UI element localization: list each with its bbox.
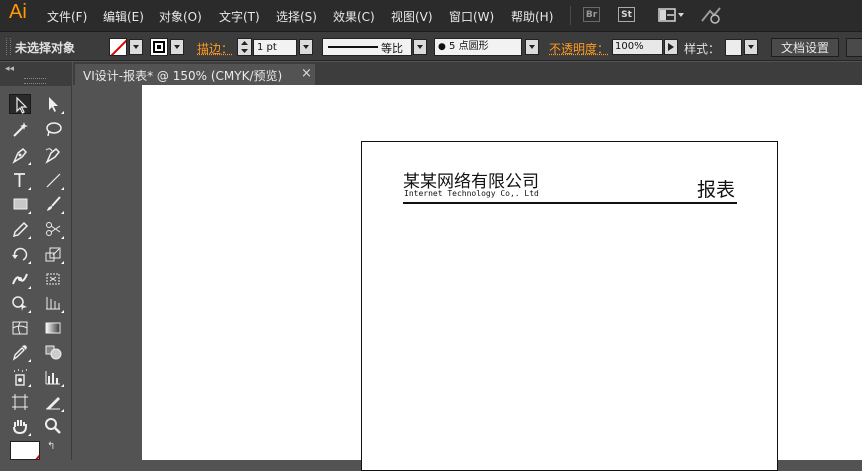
- type-tool-icon[interactable]: [9, 170, 31, 190]
- profile-line-icon: [328, 46, 378, 48]
- lasso-tool-icon[interactable]: [42, 119, 64, 139]
- company-english-name: Internet Technology Co,. Ltd: [404, 189, 539, 198]
- menu-file[interactable]: 文件(F): [47, 8, 87, 25]
- brush-label: 5 点圆形: [449, 41, 489, 52]
- pasteboard: [73, 85, 142, 460]
- symbol-sprayer-tool-icon[interactable]: [9, 367, 31, 387]
- app-logo: Ai: [9, 1, 27, 24]
- perspective-grid-tool-icon[interactable]: [42, 293, 64, 313]
- brush-definition[interactable]: ● 5 点圆形: [434, 38, 522, 56]
- stroke-weight-input[interactable]: 1 pt: [253, 39, 297, 56]
- stroke-label[interactable]: 描边：: [197, 40, 233, 57]
- menu-object[interactable]: 对象(O): [159, 8, 202, 25]
- menu-divider: [570, 6, 571, 25]
- line-segment-tool-icon[interactable]: [42, 170, 64, 190]
- menu-effect[interactable]: 效果(C): [333, 8, 375, 25]
- opacity-slider-button[interactable]: [664, 39, 678, 55]
- opacity-label[interactable]: 不透明度：: [549, 40, 609, 57]
- fill-stroke-swatch[interactable]: [10, 441, 40, 460]
- curvature-tool-icon[interactable]: [42, 145, 64, 165]
- style-swatch[interactable]: [725, 39, 742, 56]
- style-label: 样式：: [684, 40, 720, 57]
- blend-tool-icon[interactable]: [42, 342, 64, 362]
- panel-grip[interactable]: [6, 38, 11, 55]
- pen-tool-icon[interactable]: [9, 145, 31, 165]
- free-transform-tool-icon[interactable]: [42, 269, 64, 289]
- pencil-tool-icon[interactable]: [9, 219, 31, 239]
- variable-width-profile[interactable]: 等比: [322, 38, 412, 56]
- slice-tool-icon[interactable]: [42, 392, 64, 412]
- direct-selection-tool-icon[interactable]: [42, 94, 64, 114]
- fill-dropdown[interactable]: [129, 39, 143, 55]
- none-fill-icon: [110, 39, 127, 56]
- menu-help[interactable]: 帮助(H): [511, 8, 553, 25]
- stroke-swatch[interactable]: [150, 38, 168, 56]
- paintbrush-tool-icon[interactable]: [42, 194, 64, 214]
- menu-view[interactable]: 视图(V): [391, 8, 433, 25]
- menu-window[interactable]: 窗口(W): [449, 8, 494, 25]
- menu-select[interactable]: 选择(S): [276, 8, 317, 25]
- gradient-tool-icon[interactable]: [42, 318, 64, 338]
- column-graph-tool-icon[interactable]: [42, 367, 64, 387]
- eyedropper-tool-icon[interactable]: [9, 342, 31, 362]
- toolbox-grip[interactable]: [24, 78, 46, 84]
- report-title: 报表: [697, 175, 735, 202]
- mesh-tool-icon[interactable]: [9, 318, 31, 338]
- fill-swatch[interactable]: [109, 38, 127, 56]
- tab-title: VI设计-报表* @ 150% (CMYK/预览): [83, 67, 282, 84]
- stroke-weight-dropdown[interactable]: [299, 39, 313, 55]
- shape-builder-tool-icon[interactable]: [9, 293, 31, 313]
- hand-tool-icon[interactable]: [9, 416, 31, 436]
- bridge-button[interactable]: Br: [583, 7, 600, 22]
- rectangle-tool-icon[interactable]: [9, 194, 31, 214]
- swap-fill-stroke-icon[interactable]: ↰: [47, 441, 55, 452]
- scissors-tool-icon[interactable]: [42, 219, 64, 239]
- selection-tool-icon[interactable]: [9, 94, 31, 114]
- menu-type[interactable]: 文字(T): [219, 8, 260, 25]
- stroke-dropdown[interactable]: [170, 39, 184, 55]
- tab-document[interactable]: VI设计-报表* @ 150% (CMYK/预览) ×: [75, 64, 315, 85]
- stock-button[interactable]: St: [618, 7, 635, 22]
- preferences-button[interactable]: [846, 38, 862, 57]
- arrange-documents-icon[interactable]: [657, 6, 685, 24]
- menu-edit[interactable]: 编辑(E): [103, 8, 144, 25]
- artboard[interactable]: 某某网络有限公司 Internet Technology Co,. Ltd 报表: [361, 141, 778, 471]
- selection-status: 未选择对象: [15, 39, 75, 56]
- magic-wand-tool-icon[interactable]: [9, 119, 31, 139]
- tab-close-icon[interactable]: ×: [301, 66, 312, 81]
- zoom-tool-icon[interactable]: [42, 416, 64, 436]
- gpu-performance-icon[interactable]: [700, 5, 724, 25]
- style-dropdown[interactable]: [744, 39, 758, 55]
- brush-dropdown[interactable]: [525, 39, 539, 55]
- header-rule: [403, 202, 737, 204]
- stroke-weight-stepper[interactable]: [237, 38, 252, 56]
- profile-dropdown[interactable]: [413, 39, 427, 55]
- collapse-panel-icon[interactable]: ◂◂: [5, 64, 14, 74]
- document-setup-button[interactable]: 文档设置: [771, 38, 839, 57]
- artboard-tool-icon[interactable]: [9, 392, 31, 412]
- opacity-input[interactable]: 100%: [612, 39, 663, 55]
- brush-dot-icon: ●: [438, 42, 446, 52]
- profile-label: 等比: [381, 40, 403, 56]
- width-tool-icon[interactable]: [9, 269, 31, 289]
- scale-tool-icon[interactable]: [42, 244, 64, 264]
- rotate-tool-icon[interactable]: [9, 244, 31, 264]
- stroke-color-icon: [151, 39, 167, 55]
